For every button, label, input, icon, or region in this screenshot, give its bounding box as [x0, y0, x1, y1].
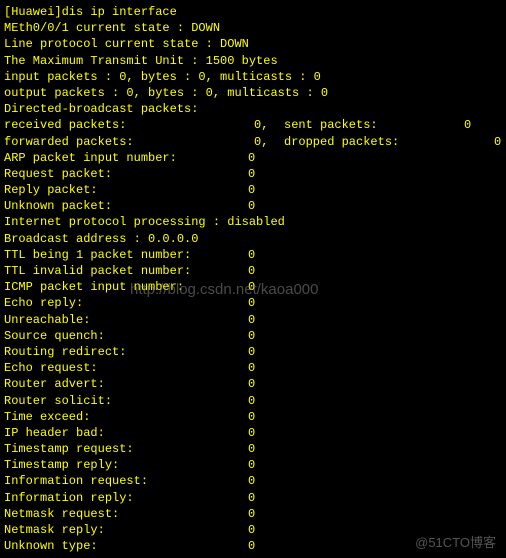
output-packets: output packets : 0, bytes : 0, multicast… — [4, 85, 502, 101]
icmp-row-4: Echo request: 0 — [4, 360, 502, 376]
icmp-hdr-label: ICMP packet input number: — [4, 279, 184, 295]
icmp-row-15-label: Unknown type: — [4, 538, 98, 554]
icmp-row-4-value: 0 — [248, 360, 255, 376]
icmp-row-8-value: 0 — [248, 425, 255, 441]
icmp-row-15: Unknown type: 0 — [4, 538, 502, 554]
icmp-row-1-label: Unreachable: — [4, 312, 90, 328]
icmp-row-11-value: 0 — [248, 473, 255, 489]
icmp-row-10-label: Timestamp reply: — [4, 457, 119, 473]
dropped-value: 0 — [494, 134, 501, 150]
arp-row-2-value: 0 — [248, 198, 255, 214]
arp-row-1: Reply packet: 0 — [4, 182, 502, 198]
icmp-row-11: Information request: 0 — [4, 473, 502, 489]
icmp-row-5: Router advert: 0 — [4, 376, 502, 392]
icmp-row-14: Netmask reply: 0 — [4, 522, 502, 538]
icmp-row-6-value: 0 — [248, 393, 255, 409]
mtu: The Maximum Transmit Unit : 1500 bytes — [4, 53, 502, 69]
icmp-row-10-value: 0 — [248, 457, 255, 473]
icmp-row-13: Netmask request: 0 — [4, 506, 502, 522]
icmp-row-2: Source quench: 0 — [4, 328, 502, 344]
received-label: received packets: — [4, 117, 126, 133]
icmp-row-0: Echo reply: 0 — [4, 295, 502, 311]
icmp-row-0-value: 0 — [248, 295, 255, 311]
ttlinv-value: 0 — [248, 263, 255, 279]
forwarded-value: 0, — [254, 134, 268, 150]
arp-hdr-label: ARP packet input number: — [4, 150, 177, 166]
dropped-label: dropped packets: — [284, 134, 399, 150]
icmp-row-7-label: Time exceed: — [4, 409, 90, 425]
iface-state: MEth0/0/1 current state : DOWN — [4, 20, 502, 36]
sent-value: 0 — [464, 117, 471, 133]
icmp-row-3-label: Routing redirect: — [4, 344, 126, 360]
forwarded-row: forwarded packets: 0, dropped packets: 0 — [4, 134, 502, 150]
ttl1-value: 0 — [248, 247, 255, 263]
icmp-row-1-value: 0 — [248, 312, 255, 328]
cmd-line[interactable]: [Huawei]dis ip interface — [4, 4, 502, 20]
arp-row-2: Unknown packet: 0 — [4, 198, 502, 214]
icmp-row-7: Time exceed: 0 — [4, 409, 502, 425]
arp-row-0-label: Request packet: — [4, 166, 112, 182]
line-protocol: Line protocol current state : DOWN — [4, 36, 502, 52]
ttl1-row: TTL being 1 packet number: 0 — [4, 247, 502, 263]
icmp-row-11-label: Information request: — [4, 473, 148, 489]
arp-hdr-row: ARP packet input number: 0 — [4, 150, 502, 166]
icmp-row-5-label: Router advert: — [4, 376, 105, 392]
broadcast-addr: Broadcast address : 0.0.0.0 — [4, 231, 502, 247]
icmp-row-4-label: Echo request: — [4, 360, 98, 376]
icmp-row-6-label: Router solicit: — [4, 393, 112, 409]
icmp-row-6: Router solicit: 0 — [4, 393, 502, 409]
received-row: received packets: 0, sent packets: 0 — [4, 117, 502, 133]
icmp-row-1: Unreachable: 0 — [4, 312, 502, 328]
icmp-row-14-label: Netmask reply: — [4, 522, 105, 538]
ttl1-label: TTL being 1 packet number: — [4, 247, 191, 263]
arp-row-1-value: 0 — [248, 182, 255, 198]
icmp-hdr-row: ICMP packet input number: 0 — [4, 279, 502, 295]
icmp-row-9-label: Timestamp request: — [4, 441, 134, 457]
ttlinv-row: TTL invalid packet number: 0 — [4, 263, 502, 279]
icmp-row-3: Routing redirect: 0 — [4, 344, 502, 360]
directed-broadcast-hdr: Directed-broadcast packets: — [4, 101, 502, 117]
icmp-row-9: Timestamp request: 0 — [4, 441, 502, 457]
icmp-row-15-value: 0 — [248, 538, 255, 554]
arp-hdr-value: 0 — [248, 150, 255, 166]
icmp-row-9-value: 0 — [248, 441, 255, 457]
icmp-row-8: IP header bad: 0 — [4, 425, 502, 441]
input-packets: input packets : 0, bytes : 0, multicasts… — [4, 69, 502, 85]
icmp-row-2-value: 0 — [248, 328, 255, 344]
icmp-row-10: Timestamp reply: 0 — [4, 457, 502, 473]
terminal-output: [Huawei]dis ip interface MEth0/0/1 curre… — [4, 4, 502, 554]
arp-row-1-label: Reply packet: — [4, 182, 98, 198]
icmp-row-8-label: IP header bad: — [4, 425, 105, 441]
arp-row-0-value: 0 — [248, 166, 255, 182]
icmp-row-12-value: 0 — [248, 490, 255, 506]
received-value: 0, — [254, 117, 268, 133]
icmp-row-7-value: 0 — [248, 409, 255, 425]
ip-processing: Internet protocol processing : disabled — [4, 214, 502, 230]
icmp-row-12: Information reply: 0 — [4, 490, 502, 506]
icmp-hdr-value: 0 — [248, 279, 255, 295]
arp-row-0: Request packet: 0 — [4, 166, 502, 182]
icmp-row-5-value: 0 — [248, 376, 255, 392]
arp-row-2-label: Unknown packet: — [4, 198, 112, 214]
icmp-row-14-value: 0 — [248, 522, 255, 538]
icmp-row-0-label: Echo reply: — [4, 295, 83, 311]
sent-label: sent packets: — [284, 117, 378, 133]
icmp-row-13-label: Netmask request: — [4, 506, 119, 522]
icmp-row-12-label: Information reply: — [4, 490, 134, 506]
icmp-row-2-label: Source quench: — [4, 328, 105, 344]
forwarded-label: forwarded packets: — [4, 134, 134, 150]
icmp-row-13-value: 0 — [248, 506, 255, 522]
ttlinv-label: TTL invalid packet number: — [4, 263, 191, 279]
icmp-row-3-value: 0 — [248, 344, 255, 360]
